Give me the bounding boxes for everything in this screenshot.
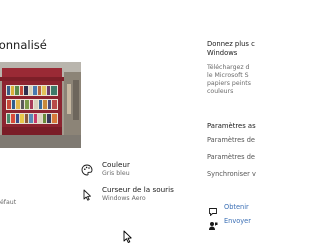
more-title-line-1: Donnez plus c <box>207 40 255 48</box>
help-chat-icon <box>208 202 218 216</box>
mouse-cursor-setting[interactable]: Curseur de la souris Windows Aero <box>81 185 174 203</box>
get-help-link[interactable]: Obtenir <box>224 203 249 211</box>
theme-preview-image <box>0 62 81 148</box>
bookstore-photo <box>0 62 81 148</box>
more-text-line-3: papiers peints <box>207 80 251 87</box>
related-link-3[interactable]: Synchroniser v <box>207 170 267 178</box>
page-title: rsonnalisé <box>0 38 47 52</box>
related-link-1[interactable]: Paramètres de <box>207 136 267 144</box>
mouse-cursor-icon <box>81 186 93 201</box>
sound-value: éfaut <box>0 199 17 206</box>
palette-icon <box>81 161 93 176</box>
mouse-cursor-value: Windows Aero <box>102 195 146 202</box>
more-text-line-2: le Microsoft S <box>207 72 249 79</box>
more-windows-section: Donnez plus c Windows Téléchargez d le M… <box>207 40 267 96</box>
mouse-pointer-icon <box>123 229 133 243</box>
color-setting[interactable]: Couleur Gris bleu <box>81 160 130 178</box>
more-text-line-4: couleurs <box>207 88 234 95</box>
mouse-cursor-label: Curseur de la souris <box>102 185 174 194</box>
related-settings-title: Paramètres as <box>207 122 256 130</box>
more-title-line-2: Windows <box>207 49 238 57</box>
feedback-icon <box>208 216 218 230</box>
color-value: Gris bleu <box>102 170 130 177</box>
more-text-line-1: Téléchargez d <box>207 64 250 71</box>
color-label: Couleur <box>102 160 130 169</box>
send-feedback-link[interactable]: Envoyer <box>224 217 251 225</box>
related-link-2[interactable]: Paramètres de <box>207 153 267 161</box>
